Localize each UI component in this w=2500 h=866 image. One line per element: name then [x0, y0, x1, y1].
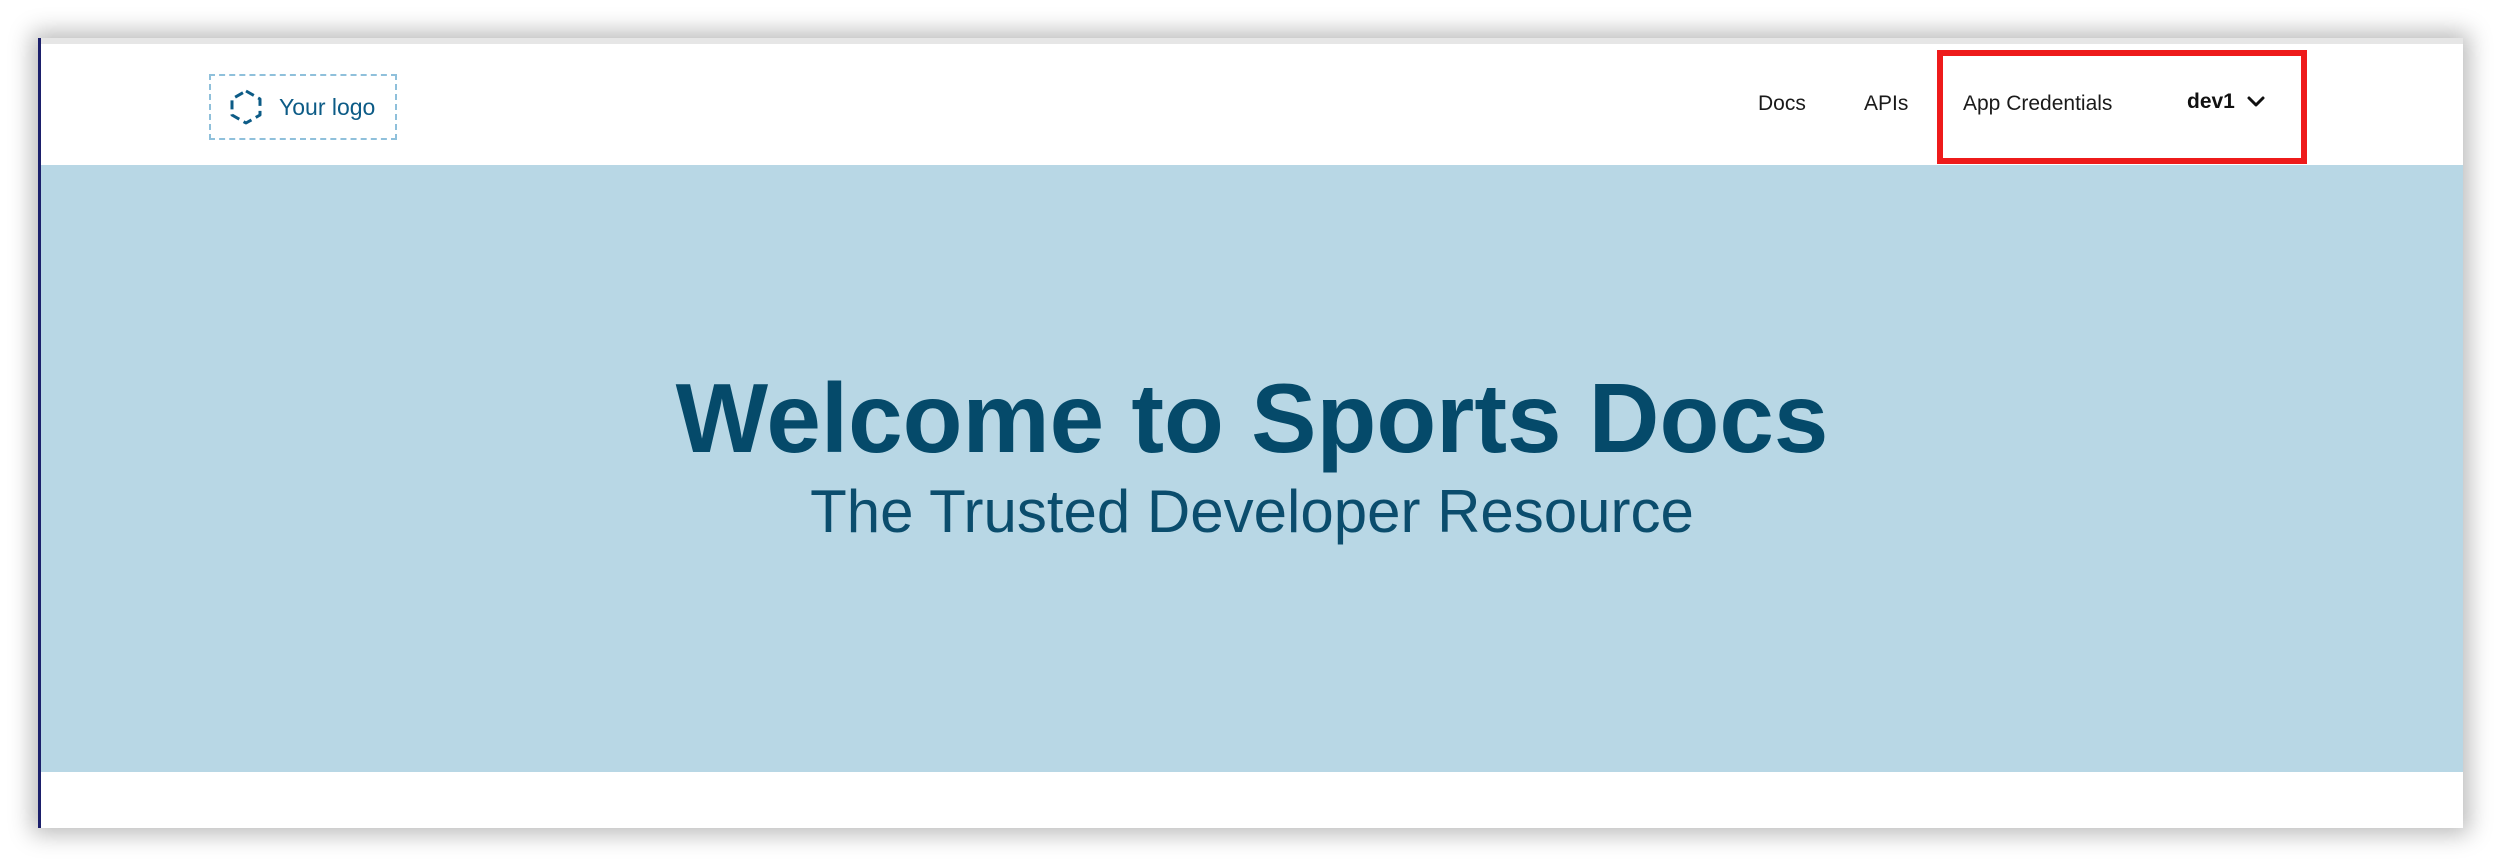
- logo-link[interactable]: Your logo: [209, 74, 397, 140]
- screenshot-stage: Your logo Docs APIs App Credentials dev1: [0, 0, 2500, 866]
- hexagon-dashed-icon: [227, 88, 265, 126]
- user-menu-dropdown[interactable]: dev1: [2187, 90, 2267, 114]
- nav-apis-link[interactable]: APIs: [1864, 92, 1908, 116]
- nav-app-credentials-link[interactable]: App Credentials: [1963, 92, 2112, 116]
- chevron-down-icon: [2245, 91, 2267, 113]
- hero-banner: Welcome to Sports Docs The Trusted Devel…: [41, 165, 2463, 772]
- hero-subtitle: The Trusted Developer Resource: [810, 478, 1694, 545]
- logo-text: Your logo: [279, 93, 376, 120]
- site-header: Your logo Docs APIs App Credentials dev1: [41, 44, 2463, 165]
- hero-title: Welcome to Sports Docs: [675, 363, 1829, 473]
- user-name: dev1: [2187, 90, 2235, 113]
- browser-page: Your logo Docs APIs App Credentials dev1: [38, 38, 2463, 828]
- nav-docs-link[interactable]: Docs: [1758, 92, 1806, 116]
